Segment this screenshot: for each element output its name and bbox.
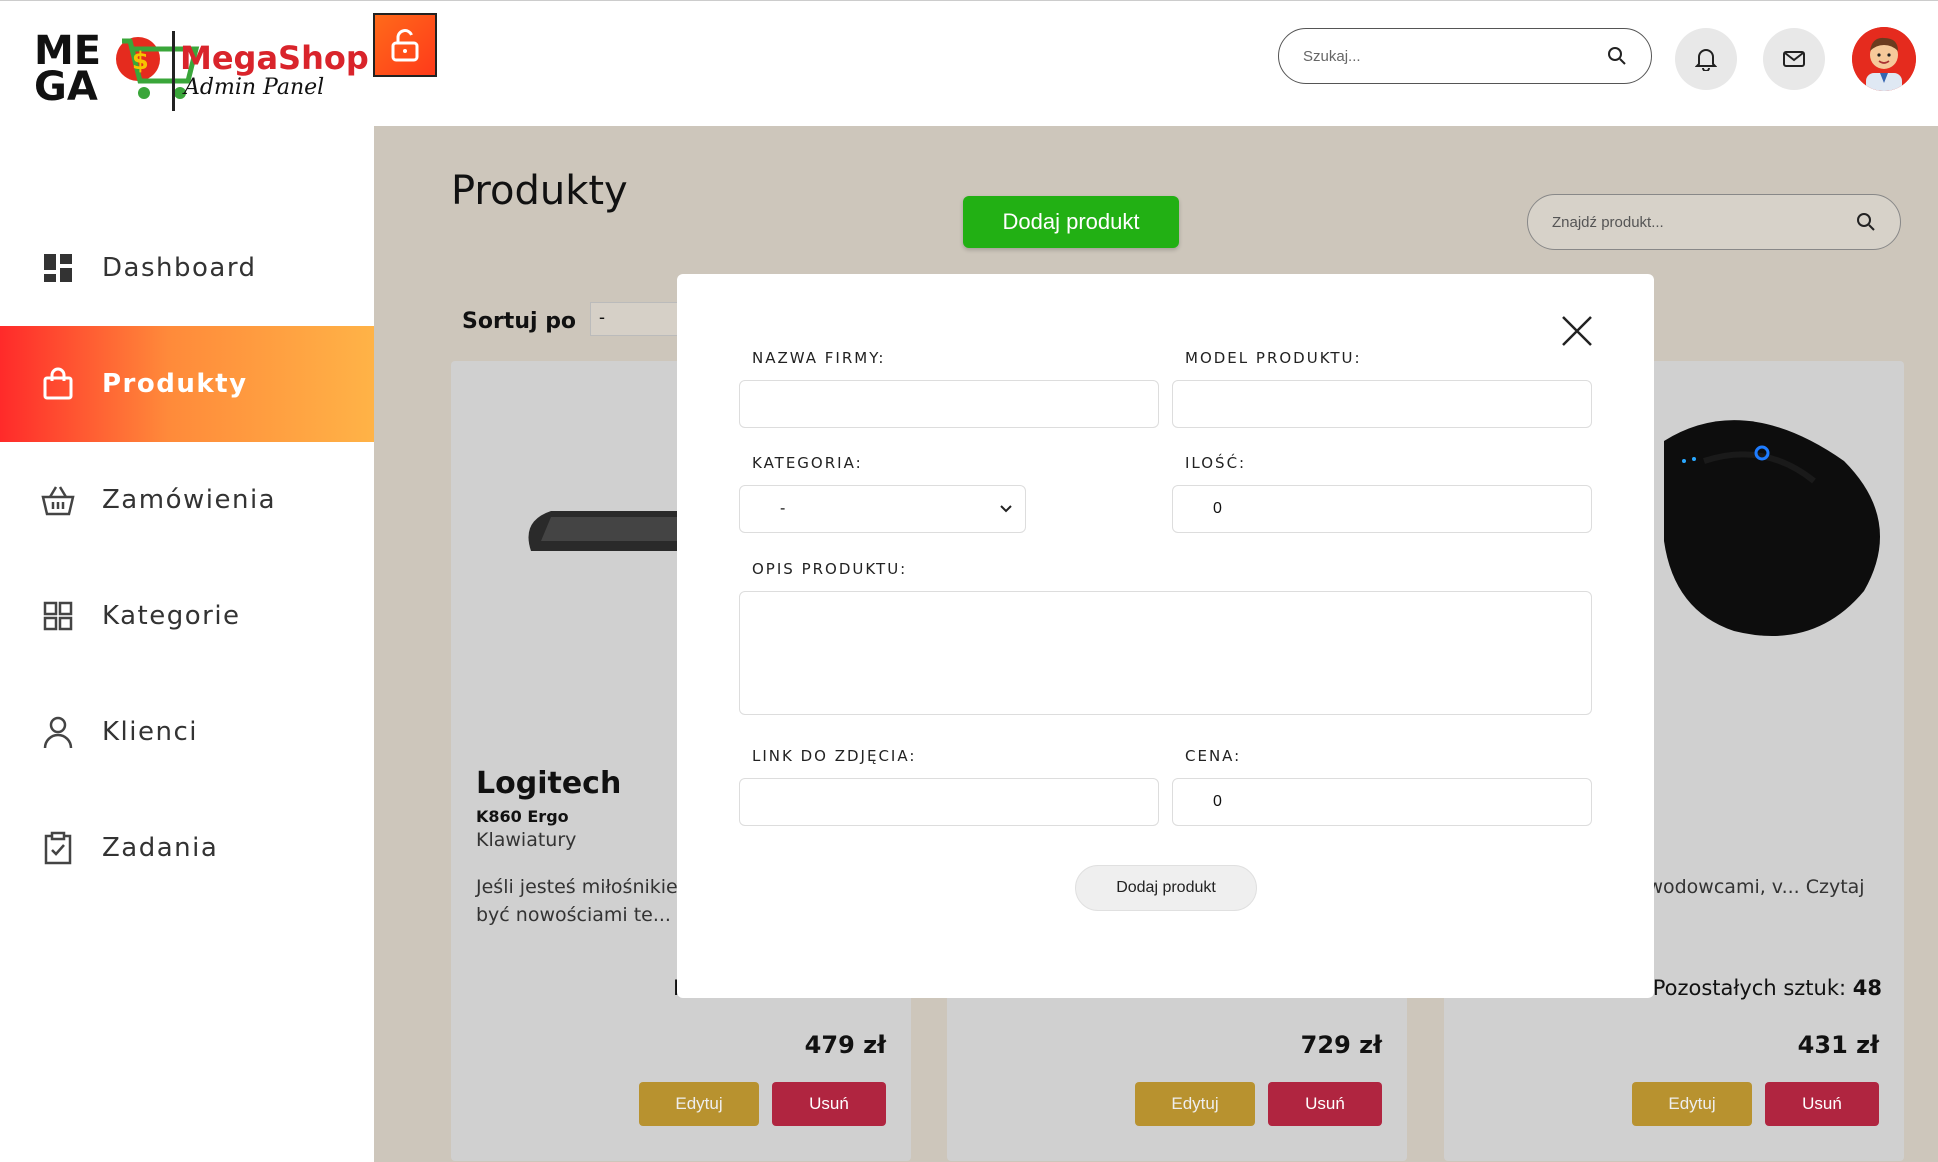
user-icon <box>40 714 76 750</box>
unlock-icon <box>391 29 419 62</box>
product-search-placeholder: Znajdź produkt... <box>1552 213 1664 231</box>
dashboard-icon <box>40 250 76 286</box>
avatar[interactable] <box>1852 27 1916 91</box>
sidebar-item-produkty[interactable]: Produkty <box>0 326 374 442</box>
product-stock-value: 48 <box>1852 976 1882 1000</box>
sidebar-item-label: Dashboard <box>102 253 257 283</box>
header-search-placeholder: Szukaj... <box>1303 47 1361 65</box>
logo-divider <box>172 31 175 111</box>
clipboard-check-icon <box>40 830 76 866</box>
grid-icon <box>40 598 76 634</box>
logo[interactable]: ME GA $ MegaShop Admin Panel <box>34 29 369 113</box>
close-icon[interactable] <box>1560 314 1594 348</box>
product-category: Klawiatury <box>476 829 577 851</box>
search-icon <box>1608 47 1626 65</box>
product-price: 479 zł <box>804 1031 886 1059</box>
submit-product-button[interactable]: Dodaj produkt <box>1075 865 1257 911</box>
mouse-image <box>1664 420 1880 636</box>
delete-button[interactable]: Usuń <box>1765 1082 1879 1126</box>
sidebar-nav: Dashboard Produkty Zamówienia Kategorie … <box>0 210 374 906</box>
product-price: 729 zł <box>1300 1031 1382 1059</box>
add-product-button[interactable]: Dodaj produkt <box>963 196 1179 248</box>
logo-brand: MegaShop <box>180 39 369 77</box>
sidebar-item-label: Produkty <box>102 369 248 399</box>
edit-button[interactable]: Edytuj <box>639 1082 759 1126</box>
sidebar-item-kategorie[interactable]: Kategorie <box>0 558 374 674</box>
sidebar-item-label: Kategorie <box>102 601 241 631</box>
model-label: MODEL PRODUKTU: <box>1185 349 1362 367</box>
description-label: OPIS PRODUKTU: <box>752 560 908 578</box>
edit-button[interactable]: Edytuj <box>1135 1082 1255 1126</box>
search-icon <box>1857 213 1875 231</box>
sidebar: ME GA $ MegaShop Admin Panel Dashboard Pr… <box>0 0 374 1162</box>
quantity-label: ILOŚĆ: <box>1185 454 1247 472</box>
product-price: 431 zł <box>1797 1031 1879 1059</box>
sidebar-item-klienci[interactable]: Klienci <box>0 674 374 790</box>
sidebar-toggle-button[interactable] <box>373 13 437 77</box>
image-link-label: LINK DO ZDJĘCIA: <box>752 747 917 765</box>
category-select[interactable]: - <box>739 485 1026 533</box>
mail-icon <box>1783 51 1805 67</box>
top-header: Szukaj... <box>374 0 1938 126</box>
price-input[interactable]: 0 <box>1172 778 1592 826</box>
basket-icon <box>40 482 76 518</box>
quantity-input[interactable]: 0 <box>1172 485 1592 533</box>
delete-button[interactable]: Usuń <box>1268 1082 1382 1126</box>
sidebar-item-label: Zadania <box>102 833 219 863</box>
sidebar-item-label: Zamówienia <box>102 485 277 515</box>
delete-button[interactable]: Usuń <box>772 1082 886 1126</box>
product-search-input[interactable]: Znajdź produkt... <box>1527 194 1901 250</box>
svg-text:$: $ <box>132 47 149 75</box>
sort-select[interactable]: - <box>590 302 690 336</box>
product-brand: Logitech <box>476 766 622 801</box>
notifications-button[interactable] <box>1675 28 1737 90</box>
sidebar-item-zadania[interactable]: Zadania <box>0 790 374 906</box>
sidebar-item-label: Klienci <box>102 717 198 747</box>
company-input[interactable] <box>739 380 1159 428</box>
product-model: K860 Ergo <box>476 807 569 826</box>
category-label: KATEGORIA: <box>752 454 863 472</box>
page-title: Produkty <box>451 168 628 214</box>
chevron-down-icon <box>1000 505 1012 513</box>
sidebar-item-zamowienia[interactable]: Zamówienia <box>0 442 374 558</box>
add-product-modal: NAZWA FIRMY: MODEL PRODUKTU: KATEGORIA: … <box>677 274 1654 998</box>
sidebar-item-dashboard[interactable]: Dashboard <box>0 210 374 326</box>
model-input[interactable] <box>1172 380 1592 428</box>
messages-button[interactable] <box>1763 28 1825 90</box>
shopping-bag-icon <box>40 366 76 402</box>
user-avatar-icon <box>1852 27 1916 91</box>
edit-button[interactable]: Edytuj <box>1632 1082 1752 1126</box>
sort-label: Sortuj po <box>462 309 577 334</box>
logo-subtitle: Admin Panel <box>184 75 325 100</box>
price-label: CENA: <box>1185 747 1242 765</box>
company-label: NAZWA FIRMY: <box>752 349 886 367</box>
header-search-input[interactable]: Szukaj... <box>1278 28 1652 84</box>
product-stock: Pozostałych sztuk: 48 <box>1652 976 1882 1000</box>
category-select-value: - <box>780 500 786 517</box>
image-link-input[interactable] <box>739 778 1159 826</box>
description-textarea[interactable] <box>739 591 1592 715</box>
bell-icon <box>1695 49 1717 71</box>
